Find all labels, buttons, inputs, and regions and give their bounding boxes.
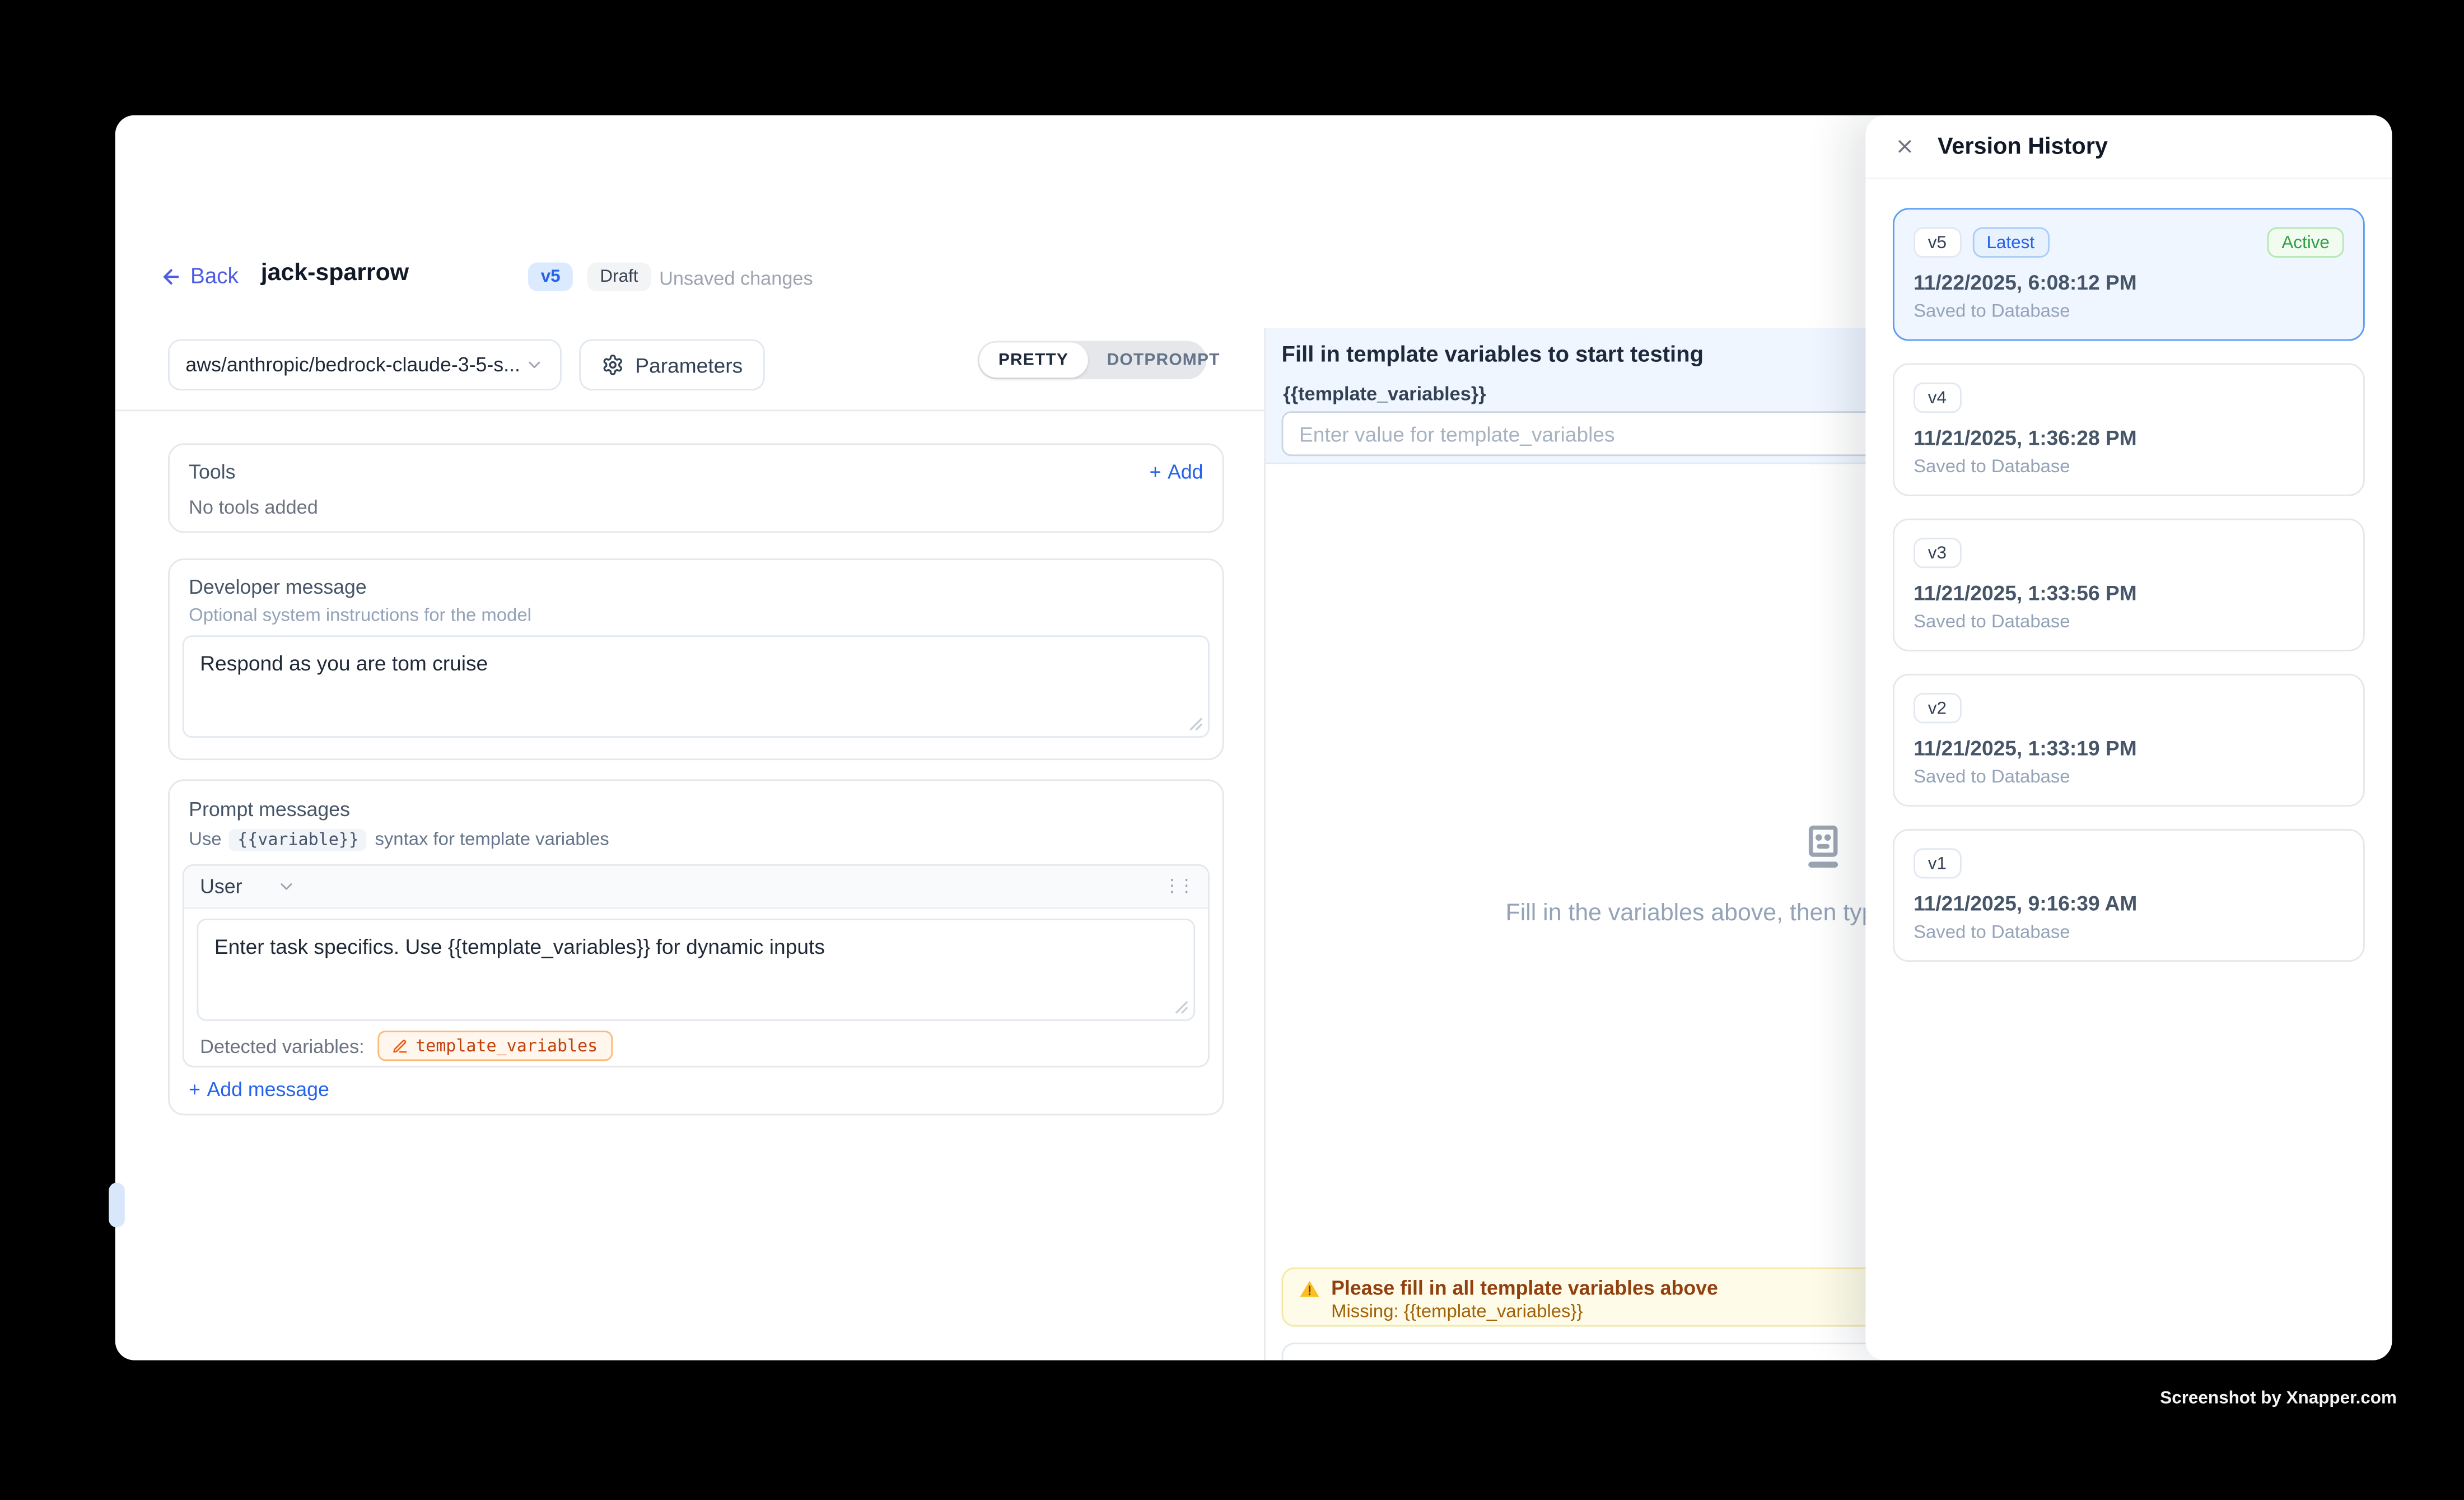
version-history-title: Version History: [1938, 134, 2108, 160]
version-card-v2[interactable]: v2 11/21/2025, 1:33:19 PM Saved to Datab…: [1893, 674, 2365, 807]
version-timestamp: 11/22/2025, 6:08:12 PM: [1914, 271, 2344, 295]
version-timestamp: 11/21/2025, 1:33:19 PM: [1914, 736, 2344, 760]
template-variable-label: {{template_variables}}: [1283, 383, 1486, 405]
model-select[interactable]: aws/anthropic/bedrock-claude-3-5-s...: [168, 339, 562, 390]
format-toggle: PRETTY DOTPROMPT: [978, 341, 1207, 380]
screenshot-stage: Back jack-sparrow v5 Draft Unsaved chang…: [0, 0, 2464, 1500]
resize-handle-icon[interactable]: [1189, 717, 1203, 732]
plus-icon: +: [189, 1079, 200, 1101]
version-card-v1[interactable]: v1 11/21/2025, 9:16:39 AM Saved to Datab…: [1893, 829, 2365, 962]
developer-message-card: Developer message Optional system instru…: [168, 558, 1224, 760]
version-chip: v1: [1914, 848, 1961, 878]
detected-variables-label: Detected variables:: [200, 1035, 365, 1057]
parameters-button[interactable]: Parameters: [579, 339, 765, 390]
detected-variable-name: template_variables: [416, 1036, 598, 1055]
version-status: Saved to Database: [1914, 613, 2344, 632]
developer-message-title: Developer message: [189, 576, 1203, 599]
version-card-v4[interactable]: v4 11/21/2025, 1:36:28 PM Saved to Datab…: [1893, 364, 2365, 496]
pencil-icon: [391, 1038, 408, 1054]
version-list: v5 Latest Active 11/22/2025, 6:08:12 PM …: [1893, 208, 2365, 962]
version-timestamp: 11/21/2025, 1:33:56 PM: [1914, 581, 2344, 605]
prompt-messages-card: Prompt messages Use {{variable}} syntax …: [168, 779, 1224, 1115]
unsaved-changes-label: Unsaved changes: [659, 267, 813, 290]
warning-triangle-icon: [1299, 1278, 1320, 1298]
active-badge: Active: [2267, 227, 2344, 258]
empty-state-text: Fill in the variables above, then typ: [1506, 900, 1875, 927]
back-label: Back: [190, 264, 239, 288]
resize-handle-icon[interactable]: [1174, 1000, 1189, 1015]
version-status: Saved to Database: [1914, 302, 2344, 322]
plus-icon: +: [1150, 461, 1161, 483]
toolbar-divider: [115, 409, 1264, 411]
version-timestamp: 11/21/2025, 1:36:28 PM: [1914, 426, 2344, 450]
model-select-value: aws/anthropic/bedrock-claude-3-5-s...: [185, 353, 520, 376]
chevron-down-icon: [277, 877, 296, 896]
close-icon[interactable]: [1894, 136, 1915, 157]
format-toggle-dotprompt[interactable]: DOTPROMPT: [1088, 341, 1239, 380]
add-message-label: Add message: [207, 1079, 329, 1101]
message-header: User ⋮⋮: [184, 866, 1208, 909]
developer-message-value: Respond as you are tom cruise: [200, 651, 488, 676]
page-title: jack-sparrow: [261, 259, 409, 287]
role-select-value: User: [200, 875, 242, 898]
version-chip: v2: [1914, 693, 1961, 723]
prompt-messages-hint: Use {{variable}} syntax for template var…: [189, 829, 1203, 851]
version-history-header: Version History: [1865, 115, 2392, 179]
version-chip: v5: [1914, 227, 1961, 258]
draft-badge: Draft: [587, 263, 651, 291]
prompt-messages-title: Prompt messages: [189, 799, 1203, 821]
edge-drawer-tab[interactable]: [109, 1182, 125, 1227]
app-window: Back jack-sparrow v5 Draft Unsaved chang…: [115, 115, 2392, 1361]
developer-message-textarea[interactable]: Respond as you are tom cruise: [183, 635, 1210, 738]
tools-card: Tools + Add No tools added: [168, 443, 1224, 533]
tools-title: Tools: [189, 461, 235, 483]
detected-variable-chip[interactable]: template_variables: [377, 1031, 612, 1061]
version-badge: v5: [528, 263, 573, 291]
version-card-v3[interactable]: v3 11/21/2025, 1:33:56 PM Saved to Datab…: [1893, 519, 2365, 651]
developer-message-subtitle: Optional system instructions for the mod…: [189, 607, 1203, 626]
detected-variables-row: Detected variables: template_variables: [184, 1021, 1208, 1061]
version-status: Saved to Database: [1914, 458, 2344, 477]
message-textarea[interactable]: Enter task specifics. Use {{template_var…: [197, 919, 1195, 1021]
template-variables-title: Fill in template variables to start test…: [1282, 341, 1704, 367]
tools-empty-text: No tools added: [189, 496, 1203, 519]
message-value: Enter task specifics. Use {{template_var…: [214, 935, 825, 959]
add-tool-button[interactable]: + Add: [1150, 461, 1203, 483]
hint-prefix: Use: [189, 831, 221, 850]
version-status: Saved to Database: [1914, 768, 2344, 787]
hint-suffix: syntax for template variables: [375, 831, 609, 850]
add-tool-label: Add: [1168, 461, 1203, 483]
latest-badge: Latest: [1972, 227, 2049, 258]
arrow-left-icon: [160, 265, 183, 287]
chevron-down-icon: [525, 355, 544, 374]
version-history-panel: Version History v5 Latest Active 11/22/2…: [1865, 115, 2392, 1361]
version-status: Saved to Database: [1914, 924, 2344, 943]
back-button[interactable]: Back: [160, 256, 239, 296]
version-card-v5[interactable]: v5 Latest Active 11/22/2025, 6:08:12 PM …: [1893, 208, 2365, 341]
message-block: User ⋮⋮ Enter task specifics. Use {{temp…: [183, 864, 1210, 1068]
warning-title: Please fill in all template variables ab…: [1331, 1277, 1718, 1299]
gear-icon: [601, 353, 624, 376]
bot-icon: [1794, 818, 1853, 877]
role-select[interactable]: User: [200, 875, 297, 898]
version-chip: v4: [1914, 383, 1961, 413]
variable-syntax-chip: {{variable}}: [230, 829, 367, 851]
version-timestamp: 11/21/2025, 9:16:39 AM: [1914, 891, 2344, 915]
version-chip: v3: [1914, 538, 1961, 568]
watermark-text: Screenshot by Xnapper.com: [2160, 1389, 2397, 1408]
parameters-label: Parameters: [635, 353, 743, 377]
add-message-button[interactable]: + Add message: [189, 1079, 329, 1101]
drag-handle-icon[interactable]: ⋮⋮: [1163, 878, 1192, 895]
format-toggle-pretty[interactable]: PRETTY: [979, 342, 1088, 378]
